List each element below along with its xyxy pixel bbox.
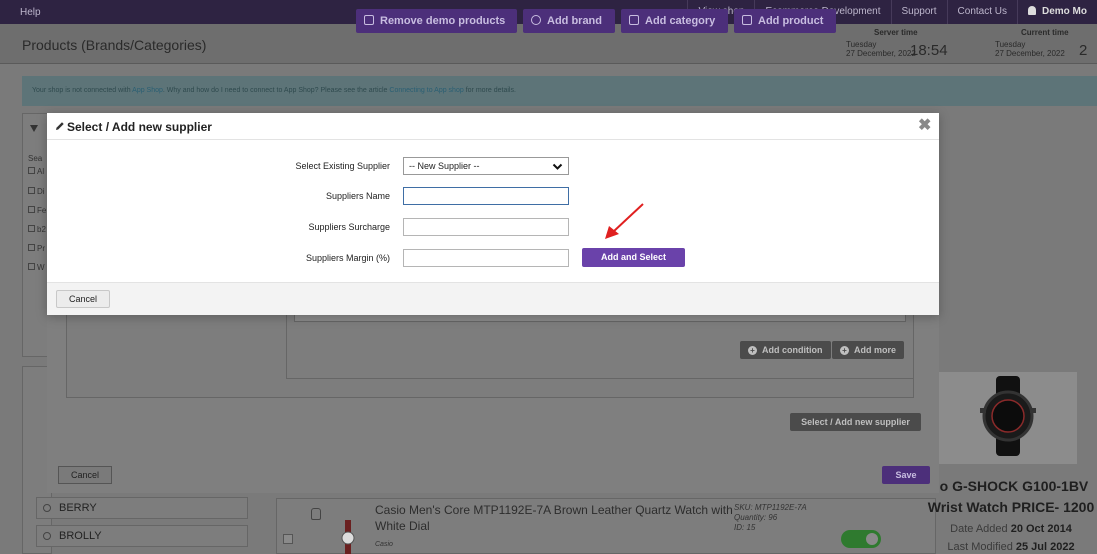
brand-radio-icon [43, 504, 51, 512]
outer-cancel-button[interactable]: Cancel [58, 466, 112, 484]
annotation-arrow-icon [605, 203, 644, 239]
drag-hand-icon[interactable] [311, 508, 321, 520]
support-link[interactable]: Support [890, 0, 947, 24]
user-icon [1028, 6, 1036, 15]
product-icon [742, 15, 752, 25]
plus-icon: + [748, 346, 757, 355]
app-shop-notice: Your shop is not connected with App Shop… [22, 76, 1097, 106]
supplier-modal: Select / Add new supplier ✖ Select Exist… [47, 113, 939, 315]
filter-option[interactable]: Pr [28, 244, 45, 253]
add-condition-button[interactable]: + Add condition [740, 341, 831, 359]
user-name: Demo Mo [1042, 6, 1087, 17]
product-sku: SKU: MTP1192E-7A [734, 503, 807, 512]
brand-list-item[interactable]: BERRY [36, 497, 248, 519]
product-name[interactable]: Casio Men's Core MTP1192E-7A Brown Leath… [375, 502, 735, 534]
supplier-margin-label: Suppliers Margin (%) [305, 253, 390, 263]
filter-option[interactable]: Fe [28, 206, 46, 215]
add-more-button[interactable]: + Add more [832, 341, 905, 359]
existing-supplier-label: Select Existing Supplier [295, 161, 390, 171]
connecting-app-shop-link[interactable]: Connecting to App shop [389, 87, 463, 94]
existing-supplier-select[interactable]: -- New Supplier -- [403, 157, 569, 175]
product-id: ID: 15 [734, 523, 756, 532]
filter-option[interactable]: b2 [28, 225, 46, 234]
add-and-select-button[interactable]: Add and Select [582, 248, 685, 267]
featured-date-added: Date Added 20 Oct 2014 [950, 523, 1072, 535]
filter-icon [30, 125, 38, 132]
outer-save-button[interactable]: Save [882, 466, 930, 484]
remove-icon [364, 15, 374, 25]
help-link[interactable]: Help [20, 7, 41, 18]
product-meta: SKU: MTP1192E-7A Quantity: 96 ID: 15 [734, 503, 807, 533]
featured-last-modified: Last Modified 25 Jul 2022 [947, 541, 1075, 553]
product-enabled-toggle[interactable] [841, 530, 881, 548]
existing-supplier-value: -- New Supplier -- [409, 161, 480, 171]
supplier-name-label: Suppliers Name [325, 191, 390, 201]
category-icon [629, 15, 639, 25]
watch-icon [980, 376, 1036, 456]
cancel-button[interactable]: Cancel [56, 290, 110, 308]
user-menu[interactable]: Demo Mo [1017, 0, 1097, 24]
select-add-supplier-button[interactable]: Select / Add new supplier [790, 413, 921, 431]
filter-option[interactable]: W [28, 263, 45, 272]
brand-radio-icon [43, 532, 51, 540]
toggle-knob [866, 533, 878, 545]
filter-option[interactable]: Al [28, 167, 44, 176]
row-checkbox[interactable] [283, 534, 293, 544]
add-category-button[interactable]: Add category [621, 9, 728, 33]
supplier-margin-input[interactable] [403, 249, 569, 267]
product-quantity: Quantity: 96 [734, 513, 778, 522]
product-thumbnail [341, 520, 355, 554]
brand-icon [531, 15, 541, 25]
chevron-down-icon [552, 163, 563, 170]
filter-option[interactable]: Di [28, 187, 45, 196]
supplier-surcharge-label: Suppliers Surcharge [308, 222, 390, 232]
modal-footer: Cancel [47, 282, 939, 315]
add-product-button[interactable]: Add product [734, 9, 836, 33]
supplier-name-input[interactable] [403, 187, 569, 205]
featured-product-title[interactable]: sio G-SHOCK G100-1BV [938, 478, 1097, 494]
add-brand-button[interactable]: Add brand [523, 9, 615, 33]
product-brand: Casio [375, 541, 393, 548]
featured-product-subtitle: Wrist Watch PRICE- 1200 [927, 499, 1095, 515]
modal-header: Select / Add new supplier ✖ [47, 113, 939, 140]
supplier-surcharge-input[interactable] [403, 218, 569, 236]
close-icon[interactable]: ✖ [918, 118, 931, 134]
remove-demo-products-button[interactable]: Remove demo products [356, 9, 517, 33]
plus-icon: + [840, 346, 849, 355]
app-shop-link[interactable]: App Shop [132, 87, 163, 94]
search-label: Sea [28, 154, 43, 163]
page-title: Products (Brands/Categories) [22, 37, 207, 53]
modal-title: Select / Add new supplier [67, 120, 212, 134]
brand-list-item[interactable]: BROLLY [36, 525, 248, 547]
pencil-icon [56, 122, 64, 130]
contact-us-link[interactable]: Contact Us [946, 0, 1017, 24]
